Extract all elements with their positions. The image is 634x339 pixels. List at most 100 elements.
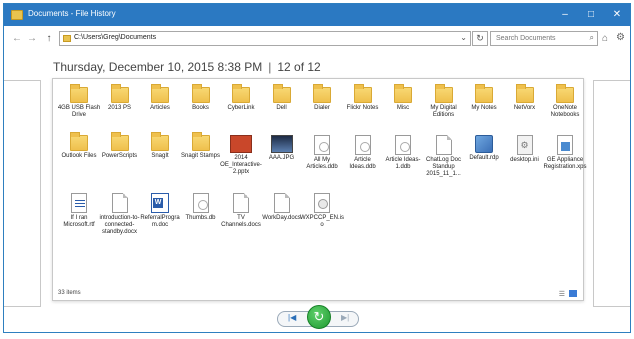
folder-icon (151, 132, 169, 151)
file-item[interactable]: W ReferralProgram.doc (138, 193, 182, 229)
file-item-label: Thumbs.db (185, 215, 216, 221)
gear-icon[interactable]: ⚙ (616, 32, 625, 43)
folder-icon (151, 84, 169, 103)
file-item[interactable]: WXPCCP_EN.iso (300, 193, 344, 229)
file-item-label: NetVorx (513, 105, 536, 111)
address-bar[interactable]: C:\Users\Greg\Documents ⌄ (59, 31, 471, 46)
file-item[interactable]: SnagIt (138, 132, 182, 160)
window-title: Documents - File History (28, 9, 116, 18)
file-item-label: ReferralProgram.doc (140, 215, 180, 228)
previous-version-button[interactable]: |◀ (288, 313, 296, 322)
file-item[interactable]: Articles (138, 84, 182, 112)
next-version-pane[interactable] (593, 80, 630, 307)
doc-icon (233, 193, 249, 213)
file-item[interactable]: If I ran Microsoft.rtf (57, 193, 101, 229)
file-item-label: Default.rdp (469, 155, 499, 161)
folder-icon (475, 84, 493, 103)
back-button[interactable]: ← (11, 32, 23, 46)
file-history-app-icon (11, 10, 23, 20)
chevron-down-icon[interactable]: ⌄ (460, 33, 467, 42)
file-history-window: Documents - File History – □ ✕ ← → ↑ C:\… (3, 3, 631, 333)
folder-icon (515, 84, 534, 103)
next-version-button[interactable]: ▶| (341, 313, 349, 322)
folder-icon (556, 84, 574, 103)
file-item[interactable]: Default.rdp (462, 135, 506, 162)
file-item-label: Dell (276, 105, 287, 111)
file-item[interactable]: My Notes (462, 84, 506, 112)
folder-icon (353, 84, 372, 103)
file-item[interactable]: Article Ideas.ddb (341, 135, 385, 171)
file-item-label: SnagIt (151, 153, 169, 159)
playback-controls: |◀ ↻ ▶| (4, 304, 630, 330)
doc-icon (435, 135, 452, 155)
file-item-label: Flickr Notes (346, 105, 379, 111)
file-item[interactable]: All My Articles.ddb (300, 135, 344, 171)
file-item[interactable]: Dialer (300, 84, 344, 112)
search-placeholder: Search Documents (496, 35, 556, 42)
file-item-label: AAA.JPG (268, 155, 295, 161)
file-item-label: Books (192, 105, 209, 111)
up-button[interactable]: ↑ (43, 32, 55, 46)
large-icons-view-icon[interactable] (569, 290, 577, 297)
file-item-label: OneNote Notebooks (550, 105, 580, 118)
folder-icon (70, 132, 88, 151)
file-item[interactable]: Thumbs.db (179, 193, 223, 222)
file-item-label: CyberLink (227, 105, 255, 111)
search-input[interactable]: Search Documents ⌕ (490, 31, 598, 46)
db-icon (314, 135, 330, 155)
file-item[interactable]: OneNote Notebooks (543, 84, 587, 119)
file-item[interactable]: Article Ideas-1.ddb (381, 135, 425, 171)
file-item-label: Misc (396, 105, 410, 111)
header-separator: | (268, 60, 272, 74)
file-item[interactable]: PowerScripts (98, 132, 142, 160)
home-icon[interactable]: ⌂ (602, 33, 608, 44)
folder-icon (110, 84, 129, 103)
minimize-button[interactable]: – (552, 4, 578, 26)
file-item[interactable]: My Digital Editions (422, 84, 466, 119)
file-item-label: Article Ideas.ddb (349, 157, 376, 170)
file-item[interactable]: AAA.JPG (260, 135, 304, 162)
file-item[interactable]: NetVorx (503, 84, 547, 112)
folder-icon (313, 84, 331, 103)
file-item[interactable]: introduction-to-connected-standby.docx (98, 193, 142, 236)
file-item-label: WorkDay.docs (262, 215, 301, 221)
close-button[interactable]: ✕ (604, 4, 630, 26)
file-item[interactable]: ChatLog Doc Standup 2015_11_1... (422, 135, 466, 178)
file-item[interactable]: desktop.ini (503, 135, 547, 164)
file-item-label: Dialer (314, 105, 330, 111)
file-item[interactable]: Misc (381, 84, 425, 112)
file-item[interactable]: 2013 PS (98, 84, 142, 112)
doc-icon (111, 193, 128, 213)
file-item-label: My Notes (471, 105, 497, 111)
folder-icon (63, 35, 71, 42)
details-view-icon[interactable]: ☰ (559, 290, 565, 298)
file-item[interactable]: Outlook Files (57, 132, 101, 160)
file-item[interactable]: Snagit Stamps (179, 132, 223, 160)
ini-icon (516, 135, 533, 155)
file-item[interactable]: 4GB USB Flash Drive (57, 84, 101, 119)
search-icon[interactable]: ⌕ (590, 33, 594, 43)
title-bar: Documents - File History – □ ✕ (4, 4, 630, 26)
file-item[interactable]: WorkDay.docs (260, 193, 304, 222)
file-item-label: PowerScripts (101, 153, 138, 159)
file-item[interactable]: Books (179, 84, 223, 112)
file-item-label: 4GB USB Flash Drive (57, 105, 101, 118)
file-item[interactable]: TV Channels.docs (219, 193, 263, 229)
file-item[interactable]: CyberLink (219, 84, 263, 112)
folder-icon (191, 132, 210, 151)
folder-icon (191, 84, 210, 103)
forward-button[interactable]: → (26, 32, 38, 46)
previous-version-pane[interactable] (4, 80, 41, 307)
rtf-icon (71, 193, 87, 213)
refresh-button[interactable]: ↻ (472, 31, 488, 46)
file-item[interactable]: GE Appliance Registration.xps (543, 135, 587, 171)
folder-icon (232, 84, 250, 103)
file-item[interactable]: 2014 OE_Interactive-2.pptx (219, 135, 263, 176)
file-item[interactable]: Flickr Notes (341, 84, 385, 112)
file-item-label: If I ran Microsoft.rtf (63, 215, 95, 228)
xps-icon (557, 135, 573, 155)
file-item-label: My Digital Editions (430, 105, 457, 118)
maximize-button[interactable]: □ (578, 4, 604, 26)
restore-button[interactable]: ↻ (307, 305, 331, 329)
file-item[interactable]: Dell (260, 84, 304, 112)
